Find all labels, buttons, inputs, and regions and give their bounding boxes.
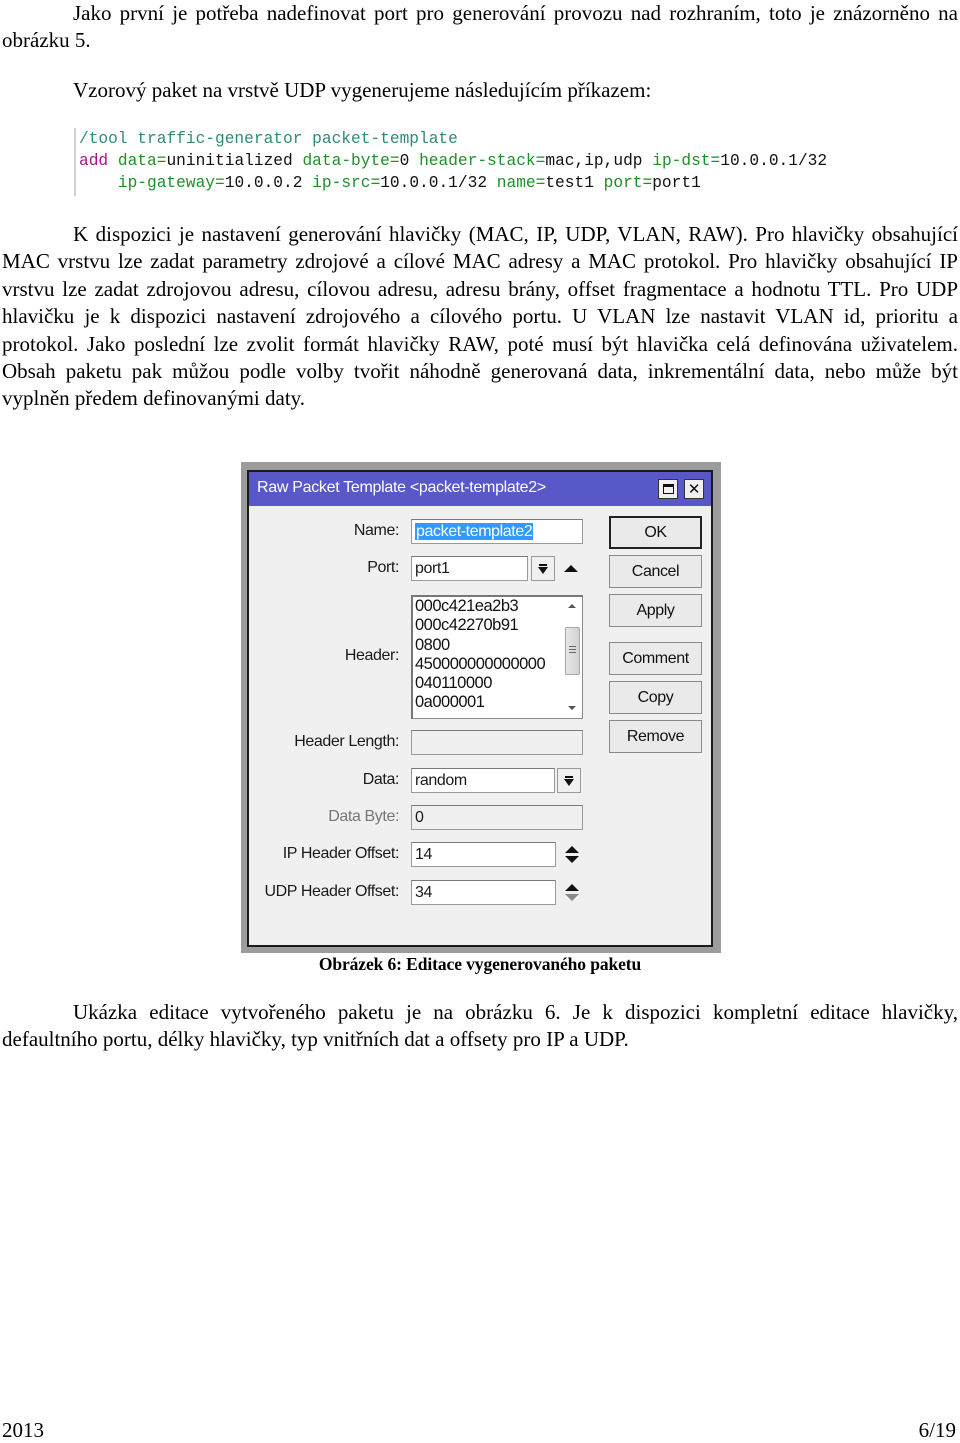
data-dropdown-button[interactable] [557, 768, 581, 793]
remove-button[interactable]: Remove [609, 720, 702, 753]
maximize-icon [662, 484, 674, 494]
header-line: 000c421ea2b3 [415, 597, 519, 615]
comment-button[interactable]: Comment [609, 642, 702, 675]
screenshot-frame: Raw Packet Template <packet-template2> ✕… [241, 462, 721, 953]
footer-page-number: 6/19 [918, 1418, 956, 1442]
port-collapse-up-icon[interactable] [564, 565, 578, 572]
code-command: add [79, 152, 109, 170]
header-scrollbar[interactable] [564, 597, 582, 718]
figure-caption: Obrázek 6: Editace vygenerovaného paketu [318, 954, 642, 974]
header-line: 450000000000000 [415, 654, 546, 673]
data-value: random [415, 772, 467, 789]
code-line-3: ip-gateway=10.0.0.2 ip-src=10.0.0.1/32 n… [79, 172, 909, 194]
header-length-label: Header Length: [294, 733, 399, 750]
data-byte-value: 0 [415, 809, 424, 826]
port-dropdown-button[interactable] [531, 556, 555, 581]
code-arg: ip-src=10.0.0.1/32 [312, 174, 488, 192]
maximize-button[interactable] [658, 479, 678, 499]
footer-year: 2013 [2, 1418, 44, 1442]
code-arg: data=uninitialized [117, 152, 293, 170]
ok-button[interactable]: OK [609, 516, 702, 549]
header-length-input[interactable] [411, 730, 583, 755]
header-line: 040110000 [415, 674, 492, 693]
paragraph-edit-description: Ukázka editace vytvořeného paketu je na … [2, 1000, 958, 1052]
code-arg: port=port1 [603, 174, 701, 192]
ip-header-offset-input[interactable]: 14 [411, 842, 556, 867]
dialog-titlebar[interactable]: Raw Packet Template <packet-template2> ✕ [249, 472, 711, 506]
header-line: 0800 [415, 635, 450, 654]
code-arg: data-byte=0 [302, 152, 410, 170]
ip-offset-spinner[interactable] [565, 846, 579, 864]
header-textarea[interactable]: 000c421ea2b3 000c42270b91 0800 450000000… [411, 595, 583, 719]
paragraph-command-intro: Vzorový paket na vrstvě UDP vygenerujeme… [73, 78, 652, 102]
code-arg: header-stack=mac,ip,udp [419, 152, 643, 170]
dropdown-arrow-icon [538, 563, 548, 574]
scroll-down-icon[interactable] [568, 706, 576, 710]
udp-header-offset-label: UDP Header Offset: [264, 883, 400, 900]
paragraph-intro: Jako první je potřeba nadefinovat port p… [2, 1, 958, 53]
code-arg: name=test1 [496, 174, 594, 192]
scroll-up-icon[interactable] [568, 604, 576, 608]
udp-header-offset-value: 34 [415, 884, 432, 901]
cancel-button[interactable]: Cancel [609, 555, 702, 588]
name-input[interactable]: packet-template2 [411, 519, 583, 544]
spin-up-icon[interactable] [565, 846, 579, 853]
copy-button[interactable]: Copy [609, 681, 702, 714]
code-arg: ip-dst=10.0.0.1/32 [652, 152, 828, 170]
name-label: Name: [353, 522, 400, 539]
code-path: /tool traffic-generator packet-template [79, 130, 458, 148]
data-select[interactable]: random [411, 768, 555, 793]
header-line: 0a000001 [415, 693, 485, 712]
ip-header-offset-label: IP Header Offset: [282, 845, 400, 862]
data-byte-input[interactable]: 0 [411, 805, 583, 830]
close-button[interactable]: ✕ [684, 479, 704, 499]
header-line: 000c42270b91 [415, 616, 519, 635]
port-label: Port: [367, 559, 399, 576]
port-value: port1 [415, 560, 450, 577]
code-line-1: /tool traffic-generator packet-template [79, 128, 909, 150]
spin-down-icon[interactable] [565, 856, 579, 863]
raw-packet-template-dialog: Raw Packet Template <packet-template2> ✕… [247, 470, 713, 947]
name-value: packet-template2 [415, 523, 534, 540]
port-select[interactable]: port1 [411, 556, 528, 581]
spin-down-icon[interactable] [565, 894, 579, 901]
code-block: /tool traffic-generator packet-template a… [74, 128, 909, 196]
code-arg: ip-gateway=10.0.0.2 [117, 174, 303, 192]
udp-offset-spinner[interactable] [565, 884, 579, 902]
apply-button[interactable]: Apply [609, 594, 702, 627]
dropdown-arrow-icon [564, 775, 574, 786]
data-label: Data: [362, 771, 400, 788]
grip-icon [569, 646, 576, 655]
dialog-title: Raw Packet Template <packet-template2> [257, 479, 546, 496]
scrollbar-thumb[interactable] [565, 627, 580, 675]
header-lines: 000c421ea2b3 000c42270b91 0800 450000000… [415, 597, 546, 713]
ip-header-offset-value: 14 [415, 846, 432, 863]
close-icon: ✕ [687, 480, 701, 498]
udp-header-offset-input[interactable]: 34 [411, 880, 556, 905]
spin-up-icon[interactable] [565, 884, 579, 891]
data-byte-label: Data Byte: [328, 808, 399, 825]
code-line-2: add data=uninitialized data-byte=0 heade… [79, 150, 909, 172]
paragraph-header-settings: K dispozici je nastavení generování hlav… [2, 222, 958, 411]
header-label: Header: [344, 647, 400, 664]
